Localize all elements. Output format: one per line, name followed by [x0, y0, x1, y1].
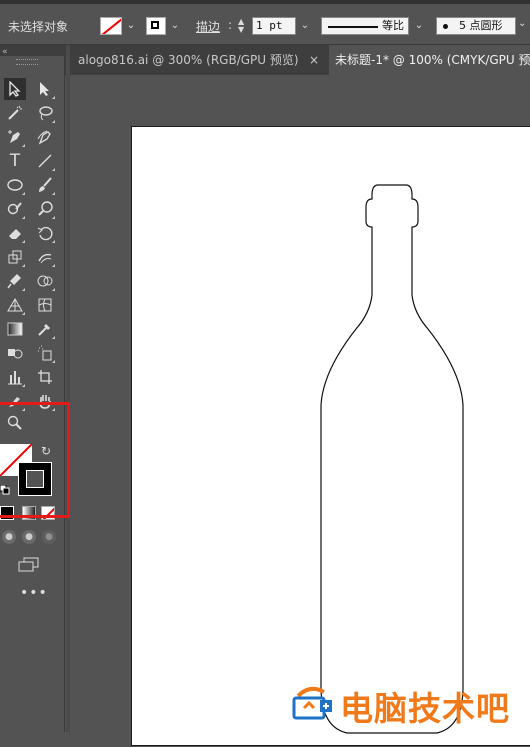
blob-brush-icon[interactable]	[34, 198, 56, 220]
close-icon[interactable]: ×	[309, 45, 319, 75]
document-tab-bar: « alogo816.ai @ 300% (RGB/GPU 预览) × 未标题-…	[0, 45, 530, 75]
profile-line-icon	[328, 26, 378, 28]
draw-behind-icon[interactable]: ●	[22, 530, 36, 544]
line-icon[interactable]	[34, 150, 56, 172]
stroke-weight-spinner[interactable]: ▲ ▼	[238, 18, 250, 36]
watermark: 电脑技术吧	[290, 682, 530, 728]
chevron-down-icon[interactable]: ⌄	[412, 17, 426, 35]
column-graph-icon[interactable]	[4, 366, 26, 388]
panel-grip[interactable]	[16, 59, 38, 65]
chevron-down-icon[interactable]: ⌄	[168, 17, 182, 35]
fill-swatch[interactable]	[100, 17, 122, 35]
direct-selection-icon[interactable]	[34, 78, 56, 100]
control-bar: 未选择对象 ⌄ ⌄ 描边 : ▲ ▼ 1 pt ⌄ 等比 ⌄ 5 点圆形 ⌄	[0, 4, 530, 45]
blend-icon[interactable]	[4, 342, 26, 364]
brush-label: 5 点圆形	[459, 19, 503, 32]
chevron-down-icon[interactable]: ⌄	[298, 17, 312, 35]
puppet-warp-icon[interactable]	[4, 270, 26, 292]
colon: :	[228, 18, 233, 32]
eraser-icon[interactable]	[4, 222, 26, 244]
stroke-weight-input[interactable]: 1 pt	[252, 17, 296, 35]
tab-label: alogo816.ai @ 300% (RGB/GPU 预览)	[78, 53, 299, 67]
stroke-swatch[interactable]	[146, 17, 166, 35]
variable-width-profile[interactable]: 等比	[321, 17, 409, 35]
draw-inside-icon[interactable]: ●	[42, 530, 56, 544]
mesh-icon[interactable]	[34, 294, 56, 316]
tab-alogo816[interactable]: alogo816.ai @ 300% (RGB/GPU 预览) ×	[70, 45, 329, 75]
ellipse-icon[interactable]	[4, 174, 26, 196]
rotate-icon[interactable]	[34, 222, 56, 244]
highlight-box	[0, 402, 70, 518]
artboard[interactable]	[131, 126, 530, 746]
pen-icon[interactable]	[4, 126, 26, 148]
watermark-text: 电脑技术吧	[340, 689, 510, 728]
shape-builder-icon[interactable]	[34, 270, 56, 292]
brush-definition[interactable]: 5 点圆形	[436, 17, 516, 35]
paintbrush-icon[interactable]	[34, 174, 56, 196]
magic-wand-icon[interactable]	[4, 102, 26, 124]
lasso-icon[interactable]	[34, 102, 56, 124]
panel-divider	[66, 45, 70, 732]
eyedropper-icon[interactable]	[34, 318, 56, 340]
selection-icon[interactable]	[4, 78, 26, 100]
curvature-icon[interactable]	[34, 126, 56, 148]
artboard-icon[interactable]	[34, 366, 56, 388]
symbol-sprayer-icon[interactable]	[34, 342, 56, 364]
chevron-down-icon[interactable]: ⌄	[518, 18, 526, 29]
perspective-grid-icon[interactable]	[4, 294, 26, 316]
bottle-path[interactable]	[132, 127, 530, 747]
stroke-label[interactable]: 描边	[196, 18, 220, 35]
screen-mode-icon[interactable]	[18, 557, 40, 573]
computer-logo-icon	[290, 686, 336, 724]
more-tools-icon[interactable]: •••	[20, 585, 48, 601]
chevron-down-icon[interactable]: ⌄	[124, 17, 138, 35]
shaper-icon[interactable]	[4, 198, 26, 220]
gradient-icon[interactable]	[4, 318, 26, 340]
profile-label: 等比	[382, 19, 404, 32]
tab-untitled-1[interactable]: 未标题-1* @ 100% (CMYK/GPU 预	[329, 45, 530, 75]
draw-normal-icon[interactable]: ●	[2, 530, 16, 544]
warp-icon[interactable]	[34, 246, 56, 268]
brush-dot-icon	[443, 24, 448, 29]
scale-icon[interactable]	[4, 246, 26, 268]
selection-status: 未选择对象	[8, 20, 69, 34]
tab-label: 未标题-1* @ 100% (CMYK/GPU 预	[335, 53, 530, 67]
type-icon[interactable]: T	[4, 150, 26, 172]
none-slash-icon	[101, 18, 121, 34]
